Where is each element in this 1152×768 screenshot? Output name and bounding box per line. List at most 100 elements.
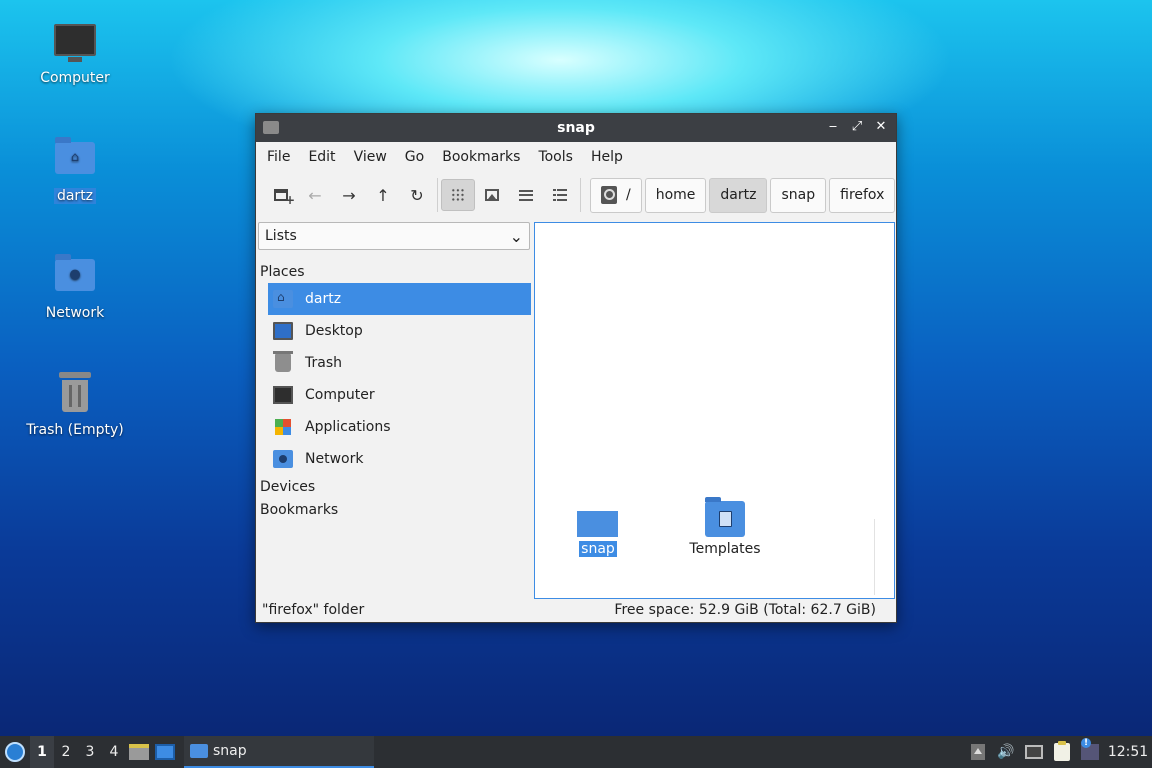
network-folder-icon: ●	[51, 253, 99, 301]
desktop-icon-label: dartz	[53, 188, 97, 204]
desktop-icon-network[interactable]: ● Network	[15, 253, 135, 321]
breadcrumb-root[interactable]: /	[590, 177, 642, 213]
sidebar-item-desktop[interactable]: Desktop	[268, 315, 531, 347]
detailed-view-button[interactable]	[543, 179, 577, 211]
computer-icon	[51, 18, 99, 66]
reload-button[interactable]: ↻	[400, 179, 434, 211]
show-desktop-icon	[155, 744, 175, 760]
workspace-1[interactable]: 1	[30, 736, 54, 768]
new-tab-icon	[274, 189, 295, 207]
compact-list-icon	[519, 189, 533, 201]
sidebar: Lists ⌄ Places dartz Desktop Trash Compu…	[257, 222, 532, 597]
workspace-3[interactable]: 3	[78, 736, 102, 768]
file-item-templates[interactable]: Templates	[670, 497, 780, 557]
scrollbar[interactable]	[874, 519, 875, 595]
bookmarks-header[interactable]: Bookmarks	[257, 498, 532, 521]
desktop-icon-label: Computer	[40, 70, 110, 86]
network-icon	[1025, 745, 1043, 759]
file-manager-icon	[129, 744, 149, 760]
reload-icon: ↻	[410, 185, 424, 205]
clipboard-button[interactable]	[1048, 736, 1076, 768]
toolbar-separator	[437, 178, 438, 212]
tray-expand-button[interactable]	[964, 736, 992, 768]
back-button[interactable]: ←	[298, 179, 332, 211]
file-view[interactable]: snap Templates	[534, 222, 895, 599]
toolbar: ← → ↑ ↻ / home dartz snap firefox	[256, 172, 896, 218]
desktop-icon-home[interactable]: ⌂ dartz	[15, 136, 135, 204]
trash-icon	[273, 351, 293, 372]
trash-icon	[51, 370, 99, 418]
breadcrumb-snap[interactable]: snap	[770, 177, 827, 213]
minimize-button[interactable]: ‒	[824, 118, 842, 136]
close-button[interactable]: ✕	[872, 118, 890, 136]
chevron-down-icon: ⌄	[509, 226, 523, 246]
breadcrumb-dartz[interactable]: dartz	[709, 177, 768, 213]
drive-icon	[601, 186, 617, 204]
compact-view-button[interactable]	[509, 179, 543, 211]
breadcrumb-home[interactable]: home	[644, 177, 707, 213]
task-snap[interactable]: snap	[184, 736, 374, 768]
lxqt-logo-icon	[5, 742, 25, 762]
computer-icon	[273, 386, 293, 404]
show-desktop-button[interactable]	[152, 736, 178, 768]
sidebar-item-trash[interactable]: Trash	[268, 347, 531, 379]
image-icon	[485, 189, 499, 201]
home-icon	[273, 290, 293, 308]
up-button[interactable]: ↑	[366, 179, 400, 211]
menu-go[interactable]: Go	[398, 142, 431, 172]
window-titlebar[interactable]: snap ‒ ⤢ ✕	[256, 114, 896, 142]
clock[interactable]: 12:51	[1104, 744, 1152, 760]
updates-button[interactable]	[1076, 736, 1104, 768]
new-tab-button[interactable]	[264, 179, 298, 211]
maximize-button[interactable]: ⤢	[848, 118, 866, 136]
places-header[interactable]: Places	[257, 260, 532, 283]
volume-icon: 🔊	[997, 744, 1015, 760]
breadcrumb-firefox[interactable]: firefox	[829, 177, 896, 213]
back-arrow-icon: ←	[308, 185, 322, 205]
taskbar: 1 2 3 4 snap 🔊 12:51	[0, 736, 1152, 768]
desktop-icon-label: Trash (Empty)	[26, 422, 124, 438]
volume-button[interactable]: 🔊	[992, 736, 1020, 768]
window-title: snap	[557, 120, 595, 136]
workspace-2[interactable]: 2	[54, 736, 78, 768]
network-icon	[273, 450, 293, 468]
icon-view-button[interactable]	[441, 179, 475, 211]
sidebar-item-applications[interactable]: Applications	[268, 411, 531, 443]
forward-button[interactable]: →	[332, 179, 366, 211]
desktop-icon-trash[interactable]: Trash (Empty)	[15, 370, 135, 438]
desktop-icon-computer[interactable]: Computer	[15, 18, 135, 86]
sidebar-item-dartz[interactable]: dartz	[268, 283, 531, 315]
network-tray-button[interactable]	[1020, 736, 1048, 768]
file-manager-launcher[interactable]	[126, 736, 152, 768]
file-item-snap[interactable]: snap	[543, 501, 653, 557]
workspace-4[interactable]: 4	[102, 736, 126, 768]
status-selection: "firefox" folder	[262, 601, 365, 618]
folder-icon	[190, 744, 208, 758]
folder-app-icon	[263, 121, 279, 134]
menu-edit[interactable]: Edit	[301, 142, 342, 172]
update-notifier-icon	[1081, 738, 1099, 760]
detailed-list-icon	[553, 189, 567, 201]
sidebar-mode-select[interactable]: Lists ⌄	[258, 222, 530, 250]
grid-icon	[451, 188, 465, 202]
statusbar: "firefox" folder Free space: 52.9 GiB (T…	[256, 597, 896, 622]
desktop-icon	[273, 322, 293, 340]
templates-folder-icon	[704, 497, 746, 537]
menu-view[interactable]: View	[347, 142, 394, 172]
menu-tools[interactable]: Tools	[531, 142, 580, 172]
clipboard-icon	[1054, 741, 1070, 761]
start-menu-button[interactable]	[0, 736, 30, 768]
status-free-space: Free space: 52.9 GiB (Total: 62.7 GiB)	[614, 601, 876, 618]
sidebar-item-computer[interactable]: Computer	[268, 379, 531, 411]
toolbar-separator	[580, 178, 581, 212]
folder-icon	[577, 501, 619, 537]
menu-bookmarks[interactable]: Bookmarks	[435, 142, 527, 172]
applications-icon	[275, 419, 291, 435]
menu-help[interactable]: Help	[584, 142, 630, 172]
thumbnail-view-button[interactable]	[475, 179, 509, 211]
menu-file[interactable]: File	[260, 142, 297, 172]
sidebar-item-network[interactable]: Network	[268, 443, 531, 475]
devices-header[interactable]: Devices	[257, 475, 532, 498]
arrow-up-icon	[971, 744, 985, 760]
file-manager-window[interactable]: snap ‒ ⤢ ✕ File Edit View Go Bookmarks T…	[255, 113, 897, 623]
